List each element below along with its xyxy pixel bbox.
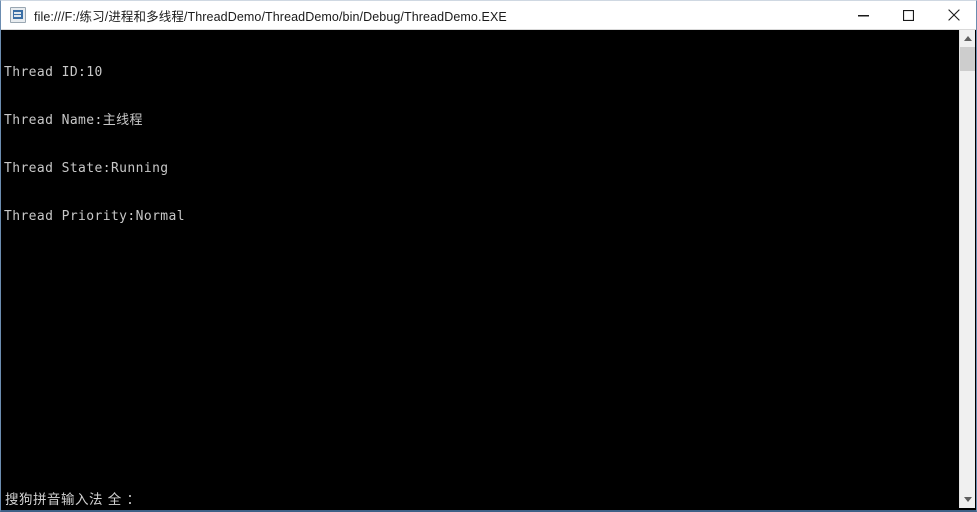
minimize-button[interactable] [841,1,886,30]
maximize-button[interactable] [886,1,931,30]
vertical-scrollbar[interactable] [959,30,975,508]
scrollbar-track[interactable] [960,71,975,491]
scroll-down-button[interactable] [960,491,975,508]
console-output-area[interactable]: Thread ID:10 Thread Name:主线程 Thread Stat… [1,30,976,510]
console-line: Thread ID:10 [4,65,103,80]
console-text-block: Thread ID:10 Thread Name:主线程 Thread Stat… [4,33,185,257]
scroll-up-button[interactable] [960,30,975,47]
window-title: file:///F:/练习/进程和多线程/ThreadDemo/ThreadDe… [34,9,507,24]
console-app-icon[interactable] [10,7,26,23]
console-window: file:///F:/练习/进程和多线程/ThreadDemo/ThreadDe… [0,0,977,512]
console-line: Thread Priority:Normal [4,209,185,224]
scroll-down-arrow-icon [963,497,972,502]
ime-status-bar: 搜狗拼音输入法 全 ： [5,492,141,508]
scroll-up-arrow-icon [963,36,972,41]
caption-buttons [841,1,976,30]
scrollbar-thumb[interactable] [960,47,975,71]
console-line: Thread Name:主线程 [4,113,143,128]
console-line: Thread State:Running [4,161,169,176]
close-button[interactable] [931,1,976,30]
title-bar[interactable]: file:///F:/练习/进程和多线程/ThreadDemo/ThreadDe… [1,1,976,30]
